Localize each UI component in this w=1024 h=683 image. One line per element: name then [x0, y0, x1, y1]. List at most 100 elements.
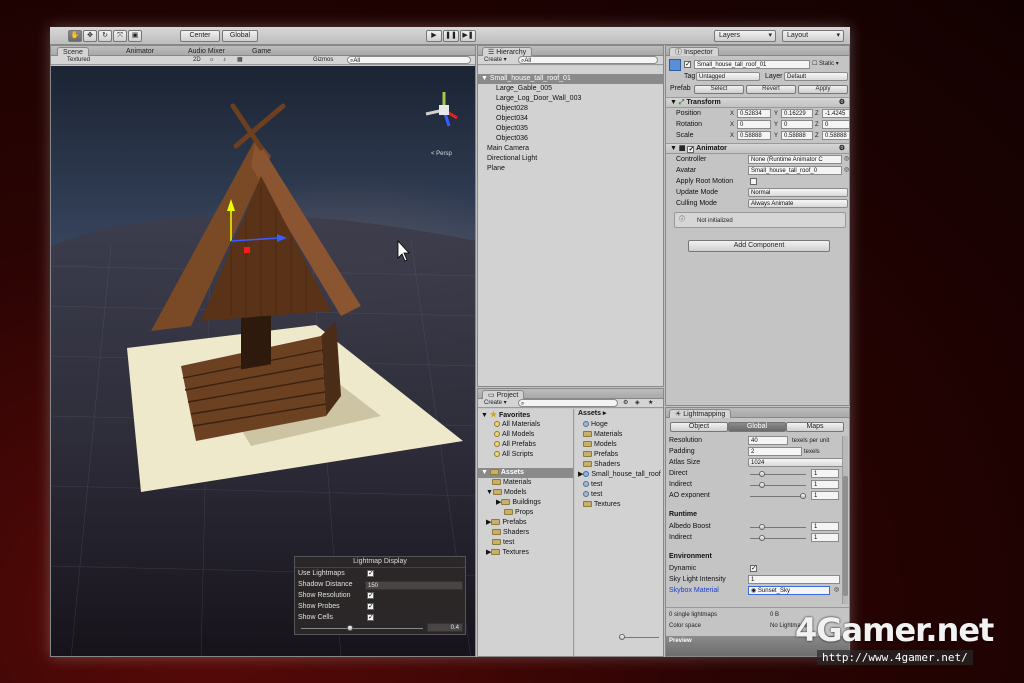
- pause-button[interactable]: ❚❚: [443, 30, 459, 42]
- object-picker-icon[interactable]: ◎: [844, 155, 849, 163]
- update-mode-dropdown[interactable]: Normal: [748, 188, 848, 197]
- hierarchy-item[interactable]: Main Camera: [478, 144, 663, 154]
- lightmap-slider-value[interactable]: 0.4: [427, 623, 463, 632]
- folder-item[interactable]: Materials: [478, 478, 573, 488]
- static-toggle[interactable]: ☐ Static ▾: [812, 60, 839, 68]
- effects-toggle-icon[interactable]: ▦: [237, 56, 243, 64]
- list-item[interactable]: Shaders: [575, 460, 663, 470]
- lightmap-slider-track[interactable]: [301, 628, 423, 629]
- lightmap-slider-knob[interactable]: [347, 625, 353, 631]
- apply-root-motion-checkbox[interactable]: [750, 178, 757, 185]
- hierarchy-search-input[interactable]: ⌕All: [518, 56, 658, 64]
- layout-dropdown[interactable]: Layout ▾: [782, 30, 844, 42]
- rotation-x-field[interactable]: 0: [737, 120, 771, 129]
- audio-toggle-icon[interactable]: ♪: [223, 56, 226, 64]
- avatar-field[interactable]: Small_house_tall_roof_0: [748, 166, 842, 175]
- culling-mode-dropdown[interactable]: Always Animate: [748, 199, 848, 208]
- step-button[interactable]: ▶❚: [460, 30, 476, 42]
- gizmo-x-handle[interactable]: [244, 247, 250, 253]
- prefab-revert-button[interactable]: Revert: [746, 85, 796, 94]
- rotation-z-field[interactable]: 0: [822, 120, 849, 129]
- prefab-select-button[interactable]: Select: [694, 85, 744, 94]
- project-create-dropdown[interactable]: Create ▾: [484, 399, 507, 407]
- gear-icon[interactable]: ⚙: [839, 144, 845, 154]
- tab-audio-mixer[interactable]: Audio Mixer: [183, 47, 230, 56]
- folder-item[interactable]: Props: [478, 508, 573, 518]
- runtime-indirect-slider-knob[interactable]: [759, 535, 765, 541]
- rotate-tool-button[interactable]: ↻: [98, 30, 112, 42]
- shading-mode-dropdown[interactable]: Textured: [67, 56, 90, 64]
- hand-tool-button[interactable]: ✋: [68, 30, 82, 42]
- list-item[interactable]: ▶ Small_house_tall_roof: [575, 470, 663, 480]
- icon-size-slider-knob[interactable]: [619, 634, 625, 640]
- scene-search-input[interactable]: ⌕All: [347, 56, 471, 64]
- show-cells-checkbox[interactable]: ✓: [367, 614, 374, 621]
- position-x-field[interactable]: 0.52834: [737, 109, 771, 118]
- lightmap-tab-global[interactable]: Global: [728, 422, 786, 432]
- object-picker-icon[interactable]: ◎: [844, 166, 849, 174]
- list-item[interactable]: test: [575, 490, 663, 500]
- folder-item[interactable]: test: [478, 538, 573, 548]
- lightmap-tab-object[interactable]: Object: [670, 422, 728, 432]
- prefab-apply-button[interactable]: Apply: [798, 85, 848, 94]
- favorite-star-icon[interactable]: ★: [648, 399, 653, 407]
- hierarchy-item[interactable]: Object036: [478, 134, 663, 144]
- folder-item[interactable]: ▶ Prefabs: [478, 518, 573, 528]
- hierarchy-item[interactable]: Large_Gable_005: [478, 84, 663, 94]
- space-global-button[interactable]: Global: [222, 30, 258, 42]
- animator-enabled-checkbox[interactable]: ✓: [687, 146, 695, 153]
- position-z-field[interactable]: -1.4245: [822, 109, 849, 118]
- rotation-y-field[interactable]: 0: [781, 120, 813, 129]
- project-search-input[interactable]: ⌕: [518, 399, 618, 407]
- indirect-field[interactable]: 1: [811, 480, 839, 489]
- atlas-size-dropdown[interactable]: 1024: [748, 458, 848, 467]
- show-resolution-checkbox[interactable]: ✓: [367, 592, 374, 599]
- hierarchy-item[interactable]: Large_Log_Door_Wall_003: [478, 94, 663, 104]
- filter-label-icon[interactable]: ◈: [635, 399, 640, 407]
- hierarchy-item[interactable]: Object034: [478, 114, 663, 124]
- favorites-header[interactable]: ▼ ★ Favorites: [478, 410, 573, 420]
- object-picker-icon[interactable]: ◎: [834, 586, 839, 594]
- shadow-distance-field[interactable]: 150: [365, 581, 463, 590]
- filter-type-icon[interactable]: ⚙: [623, 399, 628, 407]
- tag-dropdown[interactable]: Untagged: [696, 72, 760, 81]
- rect-tool-button[interactable]: ▣: [128, 30, 142, 42]
- tab-project[interactable]: ▭ Project: [482, 390, 525, 399]
- folder-item[interactable]: ▶ Textures: [478, 548, 573, 558]
- hierarchy-create-dropdown[interactable]: Create ▾: [484, 56, 507, 64]
- lightmap-tab-maps[interactable]: Maps: [786, 422, 844, 432]
- skybox-material-field[interactable]: ◉ Sunset_Sky: [748, 586, 830, 595]
- scale-y-field[interactable]: 0.58888: [781, 131, 813, 140]
- use-lightmaps-checkbox[interactable]: ✓: [367, 570, 374, 577]
- runtime-indirect-field[interactable]: 1: [811, 533, 839, 542]
- tab-scene[interactable]: Scene: [57, 47, 89, 56]
- object-name-field[interactable]: Small_house_tall_roof_01: [694, 60, 810, 69]
- hierarchy-item[interactable]: Object028: [478, 104, 663, 114]
- pivot-center-button[interactable]: Center: [180, 30, 220, 42]
- assets-root[interactable]: ▼ Assets: [478, 468, 573, 478]
- gameobject-active-checkbox[interactable]: ✓: [684, 61, 691, 68]
- padding-field[interactable]: 2: [748, 447, 802, 456]
- tab-hierarchy[interactable]: ☰ Hierarchy: [482, 47, 533, 56]
- controller-field[interactable]: None (Runtime Animator C: [748, 155, 842, 164]
- list-item[interactable]: Textures: [575, 500, 663, 510]
- tab-game[interactable]: Game: [247, 47, 276, 56]
- favorite-item[interactable]: All Scripts: [478, 450, 573, 460]
- layer-dropdown[interactable]: Default: [784, 72, 848, 81]
- tab-animator[interactable]: Animator: [121, 47, 159, 56]
- add-component-button[interactable]: Add Component: [688, 240, 830, 252]
- albedo-boost-field[interactable]: 1: [811, 522, 839, 531]
- favorite-item[interactable]: All Models: [478, 430, 573, 440]
- ao-exponent-slider-track[interactable]: [750, 496, 806, 497]
- ao-exponent-field[interactable]: 1: [811, 491, 839, 500]
- list-item[interactable]: test: [575, 480, 663, 490]
- scrollbar-thumb[interactable]: [843, 476, 848, 596]
- scale-x-field[interactable]: 0.58888: [737, 131, 771, 140]
- tab-lightmapping[interactable]: ☀ Lightmapping: [669, 409, 732, 418]
- lightmapping-scrollbar[interactable]: [842, 436, 848, 604]
- list-item[interactable]: Hoge: [575, 420, 663, 430]
- indirect-slider-knob[interactable]: [759, 482, 765, 488]
- sky-intensity-field[interactable]: 1: [748, 575, 840, 584]
- position-y-field[interactable]: 0.16229: [781, 109, 813, 118]
- breadcrumb[interactable]: Assets ▸: [575, 409, 663, 419]
